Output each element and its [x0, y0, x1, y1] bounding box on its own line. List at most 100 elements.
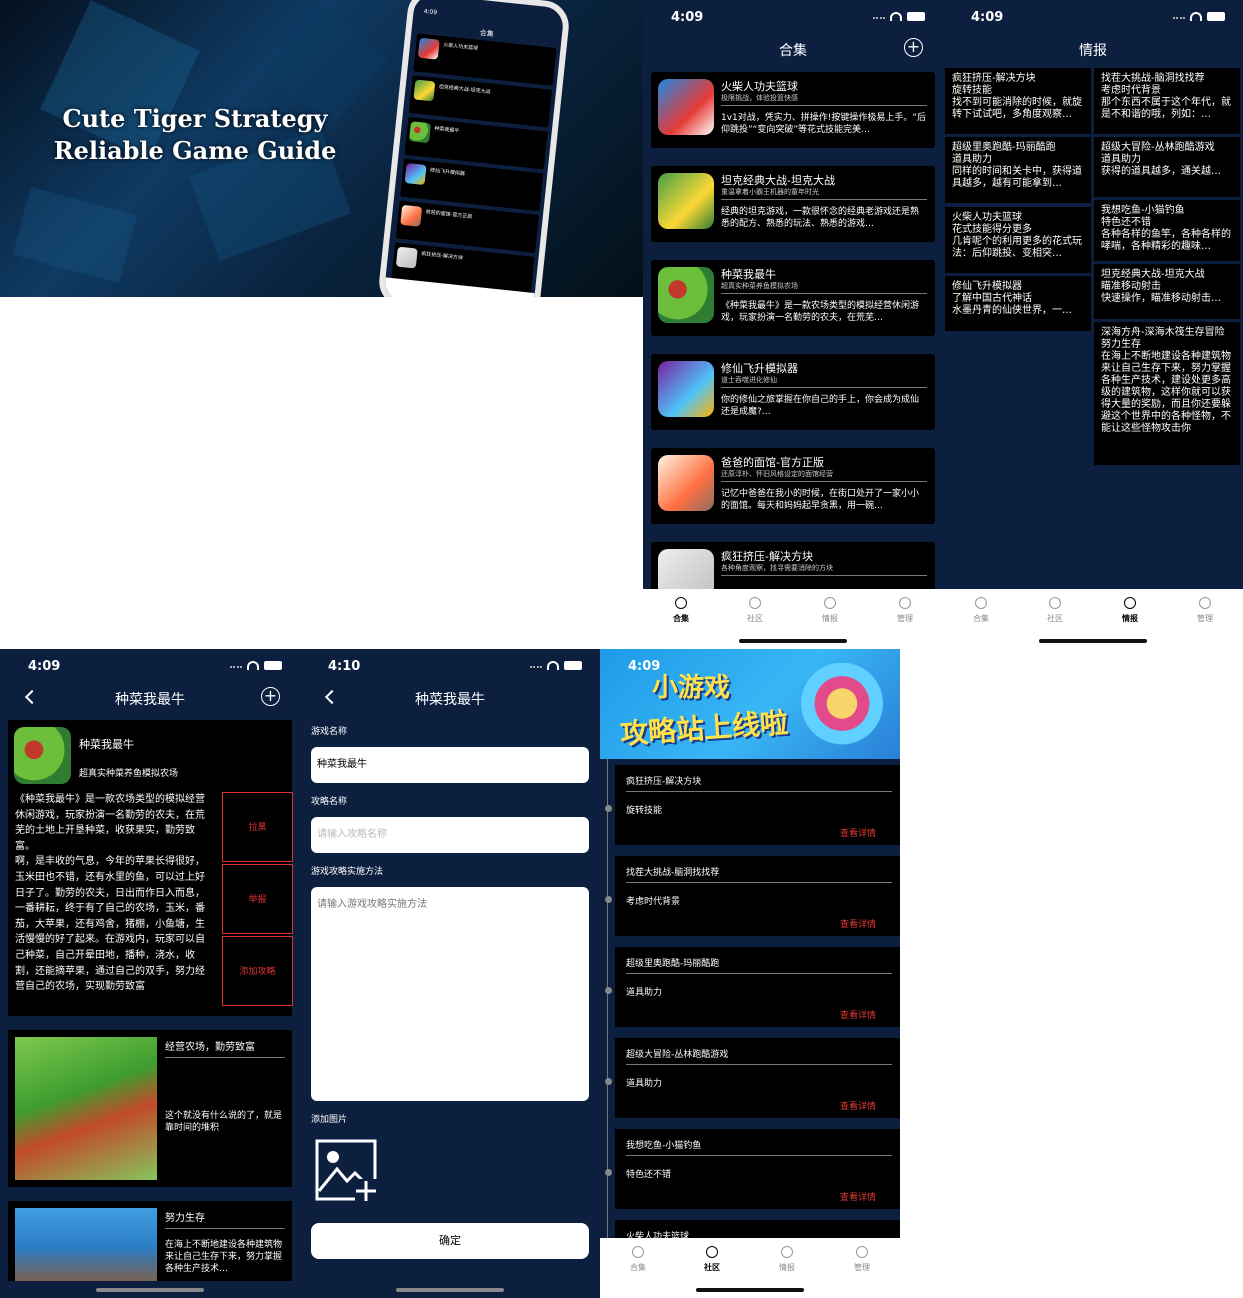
game-subtitle: 超真实种菜养鱼模拟农场	[721, 282, 798, 290]
gear-icon	[1199, 597, 1211, 609]
timeline-dot	[605, 1078, 612, 1085]
intel-text: 几肯呢个的利用更多的花式玩法：后仰跳投、变相突…	[952, 236, 1082, 259]
screen-community: 4:09 小游戏 攻略站上线啦 疯狂挤压-解决方块 旋转技能 查看详情 找茬大挑…	[600, 649, 900, 1298]
timeline-item[interactable]: 超级大冒险-丛林跑酷游戏 道具助力 查看详情	[615, 1038, 900, 1118]
add-icon[interactable]: +	[904, 38, 923, 57]
home-indicator	[396, 1288, 504, 1292]
intel-card[interactable]: 我想吃鱼-小猫钓鱼 特色还不错 各种各样的鱼竿，各种各样的哮喘，各种精彩的趣味…	[1094, 200, 1240, 261]
intel-text: 快速操作，瞄准移动射击…	[1101, 293, 1221, 304]
intel-text: 各种各样的鱼竿，各种各样的哮喘，各种精彩的趣味…	[1101, 229, 1231, 252]
screen-collection: 4:09 合集 + 火柴人功夫篮球 极限挑战，体验投篮快感 1v1对战，凭实力、…	[643, 0, 943, 649]
intel-text: 找不到可能消除的时候，就旋转下试试吧，多角度观察…	[952, 97, 1082, 120]
tab-intel[interactable]: 情报	[800, 597, 860, 624]
intel-card[interactable]: 坦克经典大战-坦克大战 瞄准移动射击 快速操作，瞄准移动射击…	[1094, 264, 1240, 319]
game-name-field[interactable]: 种菜我最牛	[311, 747, 589, 783]
item-title: 道具助力	[626, 1079, 663, 1089]
timeline-dot	[605, 896, 612, 903]
view-details-link[interactable]: 查看详情	[840, 1008, 876, 1021]
add-image-icon[interactable]	[315, 1139, 379, 1203]
post-card: 努力生存 在海上不断地建设各种建筑物来让自己生存下来，努力掌握各种生产技术…	[8, 1201, 292, 1281]
game-card[interactable]: 火柴人功夫篮球 极限挑战，体验投篮快感 1v1对战，凭实力、拼操作!按键操作极易…	[651, 72, 935, 148]
intel-title: 努力生存	[1101, 339, 1141, 350]
intel-text: 在海上不断地建设各种建筑物来让自己生存下来，努力掌握各种生产技术，建设处更多高级…	[1101, 351, 1231, 434]
timeline-item[interactable]: 疯狂挤压-解决方块 旋转技能 查看详情	[615, 765, 900, 845]
tab-intel[interactable]: 情报	[1100, 597, 1160, 624]
tab-manage[interactable]: 管理	[1175, 597, 1235, 624]
intel-card[interactable]: 火柴人功夫篮球 花式技能得分更多 几肯呢个的利用更多的花式玩法：后仰跳投、变相突…	[945, 207, 1091, 273]
intel-card[interactable]: 修仙飞升模拟器 了解中国古代神话 水墨丹青的仙侠世界，一…	[945, 276, 1091, 331]
page-title: 种菜我最牛	[115, 692, 185, 708]
intel-title: 考虑时代背景	[1101, 85, 1161, 96]
view-details-link[interactable]: 查看详情	[840, 1190, 876, 1203]
game-subtitle: 重温拿着小霸王机器的童年时光	[721, 188, 819, 196]
post-title: 经营农场，勤劳致富	[165, 1042, 255, 1053]
tab-community[interactable]: 社区	[725, 597, 785, 624]
tab-community[interactable]: 社区	[1025, 597, 1085, 624]
intel-game: 火柴人功夫篮球	[952, 212, 1022, 223]
intel-card[interactable]: 超级里奥跑酷-玛丽酷跑 道具助力 同样的时间和关卡中，获得道具越多，越有可能拿到…	[945, 137, 1091, 203]
intel-title: 了解中国古代神话	[952, 293, 1032, 304]
tab-manage[interactable]: 管理	[832, 1246, 892, 1273]
view-details-link[interactable]: 查看详情	[840, 917, 876, 930]
timeline-item[interactable]: 超级里奥跑酷-玛丽酷跑 道具助力 查看详情	[615, 947, 900, 1027]
game-description: 《种菜我最牛》是一款农场类型的模拟经营休闲游戏，玩家扮演一名勤劳的农夫，在荒芜…	[721, 301, 920, 323]
game-name-label: 游戏名称	[311, 727, 348, 737]
post-text: 这个就没有什么说的了，就是靠时间的堆积	[165, 1111, 283, 1133]
tag-icon	[675, 597, 687, 609]
game-name: 坦克经典大战-坦克大战	[721, 174, 835, 187]
guide-method-textarea[interactable]: 请输入游戏攻略实施方法	[311, 887, 589, 1101]
report-button[interactable]: 举报	[222, 864, 293, 934]
tab-bar: 合集 社区 情报 管理	[943, 589, 1243, 649]
view-details-link[interactable]: 查看详情	[840, 826, 876, 839]
guide-name-label: 攻略名称	[311, 797, 348, 807]
intel-card[interactable]: 深海方舟-深海木筏生存冒险 努力生存 在海上不断地建设各种建筑物来让自己生存下来…	[1094, 322, 1240, 465]
game-name: 爸爸的面馆-官方正版	[721, 456, 824, 469]
home-indicator	[696, 1288, 804, 1292]
intel-title: 瞄准移动射击	[1101, 281, 1161, 292]
timeline-item[interactable]: 我想吃鱼-小猫钓鱼 特色还不错 查看详情	[615, 1129, 900, 1209]
guide-name-input[interactable]: 请输入攻略名称	[311, 817, 589, 853]
tab-bar: 合集 社区 情报 管理	[600, 1238, 900, 1298]
tab-collection[interactable]: 合集	[651, 597, 711, 624]
post-image	[15, 1037, 157, 1180]
timeline-dot	[605, 987, 612, 994]
tab-community[interactable]: 社区	[682, 1246, 742, 1273]
item-title: 考虑时代背景	[626, 897, 681, 907]
status-bar: 4:09	[943, 0, 1243, 34]
page-title: 种菜我最牛	[415, 692, 485, 708]
game-card[interactable]: 种菜我最牛 超真实种菜养鱼模拟农场 《种菜我最牛》是一款农场类型的模拟经营休闲游…	[651, 260, 935, 336]
timeline-item[interactable]: 找茬大挑战-脑洞找找荐 考虑时代背景 查看详情	[615, 856, 900, 936]
intel-text: 那个东西不属于这个年代，就是不和谐的哦，列如：…	[1101, 97, 1231, 120]
tab-manage[interactable]: 管理	[875, 597, 935, 624]
tab-collection[interactable]: 合集	[951, 597, 1011, 624]
add-guide-button[interactable]: 添加攻略	[222, 936, 293, 1006]
item-game: 超级大冒险-丛林跑酷游戏	[626, 1050, 729, 1060]
status-bar: 4:10	[300, 649, 600, 683]
banner: 4:09 小游戏 攻略站上线啦	[600, 649, 900, 759]
intel-card[interactable]: 找茬大挑战-脑洞找找荐 考虑时代背景 那个东西不属于这个年代，就是不和谐的哦，列…	[1094, 68, 1240, 134]
game-card[interactable]: 爸爸的面馆-官方正版 还原淳朴、怀旧风格设定的面馆经营 记忆中爸爸在我小的时候，…	[651, 448, 935, 524]
intel-title: 旋转技能	[952, 85, 992, 96]
intel-game: 深海方舟-深海木筏生存冒险	[1101, 327, 1225, 338]
game-subtitle: 道士吞噬进化修仙	[721, 376, 777, 384]
confirm-button[interactable]: 确定	[311, 1223, 589, 1259]
banner-title: 小游戏	[652, 673, 731, 703]
item-game: 我想吃鱼-小猫钓鱼	[626, 1141, 702, 1151]
intel-title: 特色还不错	[1101, 217, 1151, 228]
screen-detail: 4:09 种菜我最牛 + 种菜我最牛 超真实种菜养鱼模拟农场 《种菜我最牛》是一…	[0, 649, 300, 1298]
add-icon[interactable]: +	[261, 687, 280, 706]
game-card[interactable]: 坦克经典大战-坦克大战 重温拿着小霸王机器的童年时光 经典的坦克游戏，一款很怀念…	[651, 166, 935, 242]
add-image-label: 添加图片	[311, 1115, 348, 1125]
tab-collection[interactable]: 合集	[608, 1246, 668, 1273]
view-details-link[interactable]: 查看详情	[840, 1099, 876, 1112]
game-card[interactable]: 修仙飞升模拟器 道士吞噬进化修仙 你的修仙之旅掌握在你自己的手上，你会成为成仙还…	[651, 354, 935, 430]
item-game: 超级里奥跑酷-玛丽酷跑	[626, 959, 720, 969]
intel-card[interactable]: 疯狂挤压-解决方块 旋转技能 找不到可能消除的时候，就旋转下试试吧，多角度观察…	[945, 68, 1091, 134]
compass-icon	[1124, 597, 1136, 609]
block-button[interactable]: 拉黑	[222, 792, 293, 862]
intel-card[interactable]: 超级大冒险-丛林跑酷游戏 道具助力 获得的道具越多，通关越…	[1094, 137, 1240, 197]
intel-game: 超级里奥跑酷-玛丽酷跑	[952, 142, 1056, 153]
game-name: 种菜我最牛	[79, 738, 134, 751]
tab-intel[interactable]: 情报	[757, 1246, 817, 1273]
game-subtitle: 各种角度观察，找寻需要消除的方块	[721, 564, 833, 572]
